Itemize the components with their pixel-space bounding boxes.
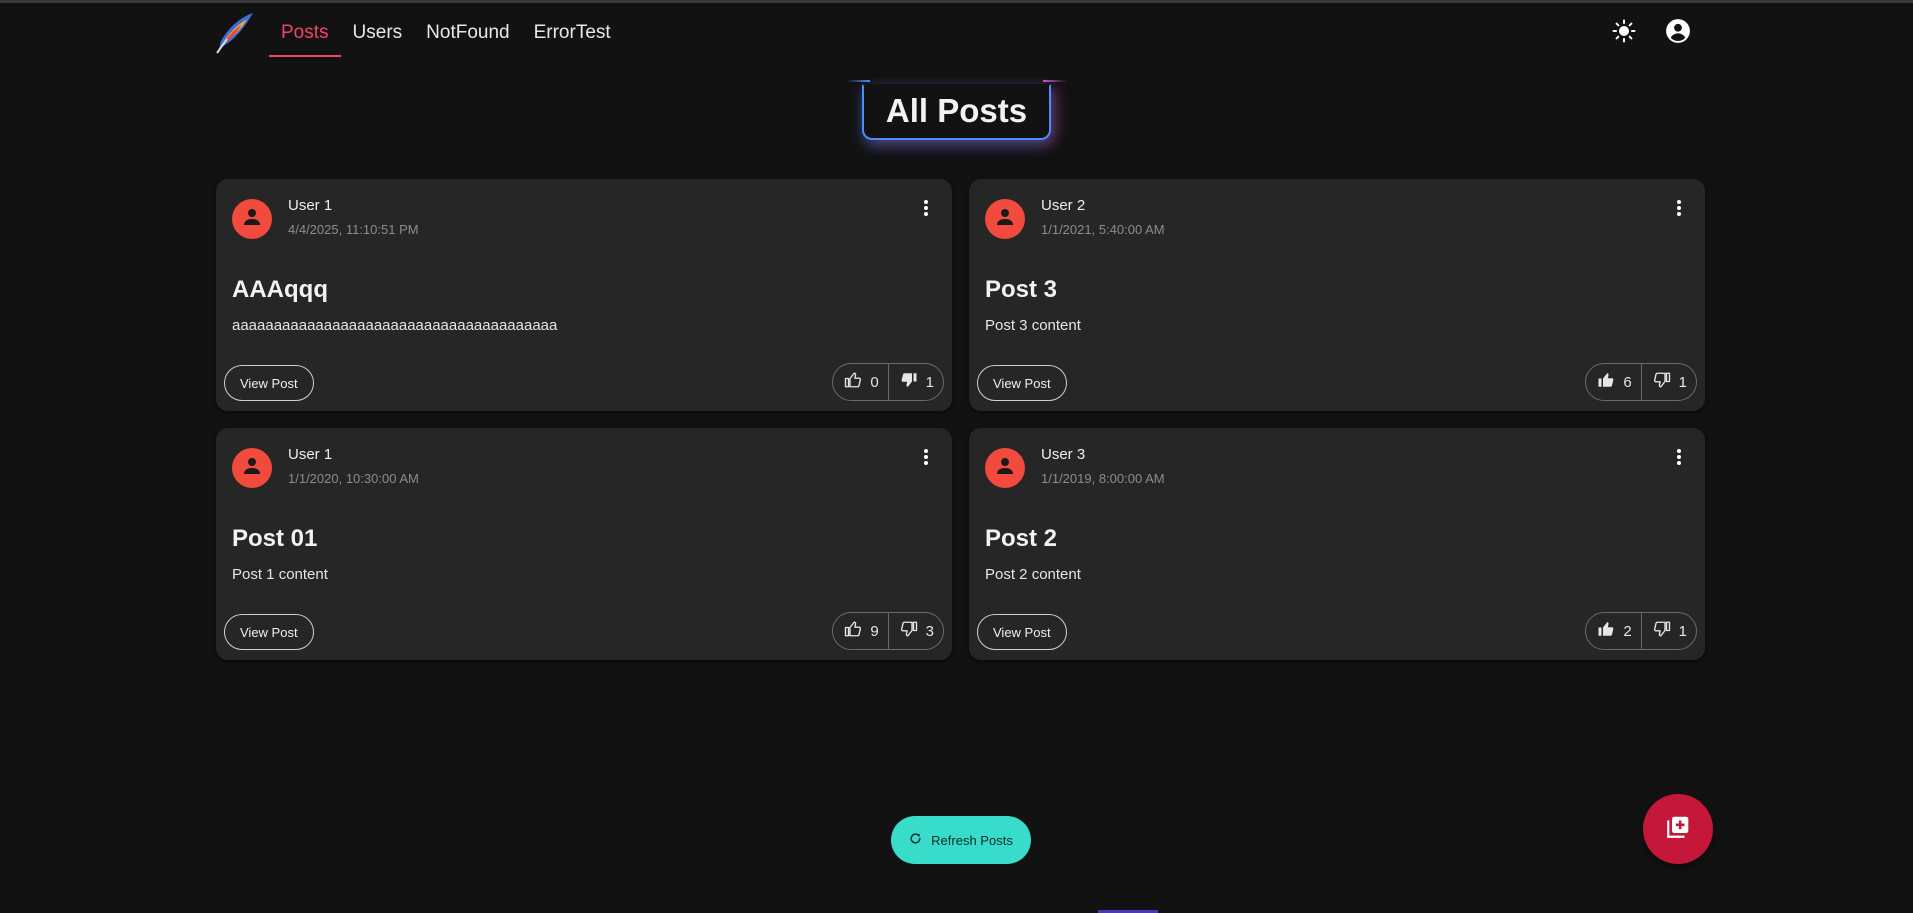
thumb-down-filled-icon bbox=[900, 371, 918, 393]
post-author: User 1 bbox=[288, 197, 333, 214]
feather-logo-icon[interactable] bbox=[213, 11, 257, 55]
avatar bbox=[985, 448, 1025, 488]
avatar bbox=[232, 448, 272, 488]
vote-group: 6 1 bbox=[1585, 363, 1697, 401]
nav-item-notfound[interactable]: NotFound bbox=[414, 9, 521, 57]
post-menu-button[interactable] bbox=[914, 197, 938, 223]
more-vertical-icon bbox=[1676, 448, 1682, 471]
dislike-count: 1 bbox=[1678, 373, 1687, 391]
page-title: All Posts bbox=[885, 92, 1028, 129]
view-post-button[interactable]: View Post bbox=[977, 365, 1067, 401]
view-post-button[interactable]: View Post bbox=[224, 614, 314, 650]
thumb-up-outline-icon bbox=[844, 620, 862, 642]
dislike-button[interactable]: 1 bbox=[1640, 613, 1696, 649]
theme-toggle-button[interactable] bbox=[1606, 15, 1642, 51]
dislike-button[interactable]: 3 bbox=[887, 613, 943, 649]
post-card: User 1 4/4/2025, 11:10:51 PM AAAqqq aaaa… bbox=[216, 179, 952, 411]
post-content: Post 1 content bbox=[232, 566, 328, 583]
thumb-down-outline-icon bbox=[1653, 371, 1671, 393]
post-content: Post 2 content bbox=[985, 566, 1081, 583]
vote-group: 9 3 bbox=[832, 612, 944, 650]
refresh-label: Refresh Posts bbox=[931, 832, 1013, 848]
person-icon bbox=[240, 205, 264, 234]
post-title: AAAqqq bbox=[232, 276, 328, 303]
thumb-up-filled-icon bbox=[1597, 620, 1615, 642]
post-date: 4/4/2025, 11:10:51 PM bbox=[288, 222, 419, 237]
nav-label-posts: Posts bbox=[281, 22, 329, 43]
thumb-down-outline-icon bbox=[900, 620, 918, 642]
page-title-container: All Posts bbox=[0, 80, 1913, 140]
avatar bbox=[232, 199, 272, 239]
post-menu-button[interactable] bbox=[914, 446, 938, 472]
nav-item-errortest[interactable]: ErrorTest bbox=[522, 9, 623, 57]
like-button[interactable]: 0 bbox=[833, 364, 887, 400]
like-count: 0 bbox=[870, 373, 879, 391]
dislike-count: 1 bbox=[925, 373, 934, 391]
post-title: Post 2 bbox=[985, 525, 1058, 552]
refresh-icon bbox=[909, 832, 922, 848]
post-title: Post 3 bbox=[985, 276, 1058, 303]
like-count: 6 bbox=[1623, 373, 1632, 391]
dislike-button[interactable]: 1 bbox=[1640, 364, 1696, 400]
person-icon bbox=[240, 454, 264, 483]
dislike-count: 1 bbox=[1678, 622, 1687, 640]
nav-item-posts[interactable]: Posts bbox=[269, 9, 341, 57]
nav-item-users[interactable]: Users bbox=[341, 9, 415, 57]
like-button[interactable]: 9 bbox=[833, 613, 887, 649]
post-card: User 2 1/1/2021, 5:40:00 AM Post 3 Post … bbox=[969, 179, 1705, 411]
add-post-icon bbox=[1665, 814, 1691, 845]
avatar bbox=[985, 199, 1025, 239]
post-menu-button[interactable] bbox=[1667, 197, 1691, 223]
vote-group: 2 1 bbox=[1585, 612, 1697, 650]
like-count: 2 bbox=[1623, 622, 1632, 640]
dislike-count: 3 bbox=[925, 622, 934, 640]
sun-icon bbox=[1612, 19, 1636, 48]
account-button[interactable] bbox=[1660, 15, 1696, 51]
post-content: Post 3 content bbox=[985, 317, 1081, 334]
post-date: 1/1/2020, 10:30:00 AM bbox=[288, 471, 419, 486]
thumb-up-filled-icon bbox=[1597, 371, 1615, 393]
post-card: User 3 1/1/2019, 8:00:00 AM Post 2 Post … bbox=[969, 428, 1705, 660]
post-date: 1/1/2021, 5:40:00 AM bbox=[1041, 222, 1165, 237]
post-card: User 1 1/1/2020, 10:30:00 AM Post 01 Pos… bbox=[216, 428, 952, 660]
nav-label-notfound: NotFound bbox=[426, 22, 510, 43]
view-post-button[interactable]: View Post bbox=[977, 614, 1067, 650]
page-title-frame: All Posts bbox=[845, 80, 1068, 140]
person-icon bbox=[993, 454, 1017, 483]
nav-label-users: Users bbox=[352, 22, 403, 43]
more-vertical-icon bbox=[1676, 199, 1682, 222]
post-author: User 2 bbox=[1041, 197, 1086, 214]
post-content: aaaaaaaaaaaaaaaaaaaaaaaaaaaaaaaaaaaaaaa bbox=[232, 317, 558, 334]
top-nav: Posts Users NotFound ErrorTest bbox=[213, 8, 1706, 58]
post-author: User 1 bbox=[288, 446, 333, 463]
dislike-button[interactable]: 1 bbox=[887, 364, 943, 400]
vote-group: 0 1 bbox=[832, 363, 944, 401]
like-count: 9 bbox=[870, 622, 879, 640]
view-post-button[interactable]: View Post bbox=[224, 365, 314, 401]
like-button[interactable]: 2 bbox=[1586, 613, 1640, 649]
post-title: Post 01 bbox=[232, 525, 318, 552]
person-icon bbox=[993, 205, 1017, 234]
post-date: 1/1/2019, 8:00:00 AM bbox=[1041, 471, 1165, 486]
post-author: User 3 bbox=[1041, 446, 1086, 463]
account-circle-icon bbox=[1665, 18, 1691, 49]
top-border bbox=[0, 0, 1913, 3]
thumb-down-outline-icon bbox=[1653, 620, 1671, 642]
thumb-up-outline-icon bbox=[844, 371, 862, 393]
nav-label-errortest: ErrorTest bbox=[533, 22, 611, 43]
nav-actions bbox=[1606, 15, 1706, 51]
more-vertical-icon bbox=[923, 199, 929, 222]
post-menu-button[interactable] bbox=[1667, 446, 1691, 472]
add-post-button[interactable] bbox=[1643, 794, 1713, 864]
posts-grid: User 1 4/4/2025, 11:10:51 PM AAAqqq aaaa… bbox=[216, 179, 1705, 660]
refresh-posts-button[interactable]: Refresh Posts bbox=[891, 816, 1031, 864]
like-button[interactable]: 6 bbox=[1586, 364, 1640, 400]
more-vertical-icon bbox=[923, 448, 929, 471]
